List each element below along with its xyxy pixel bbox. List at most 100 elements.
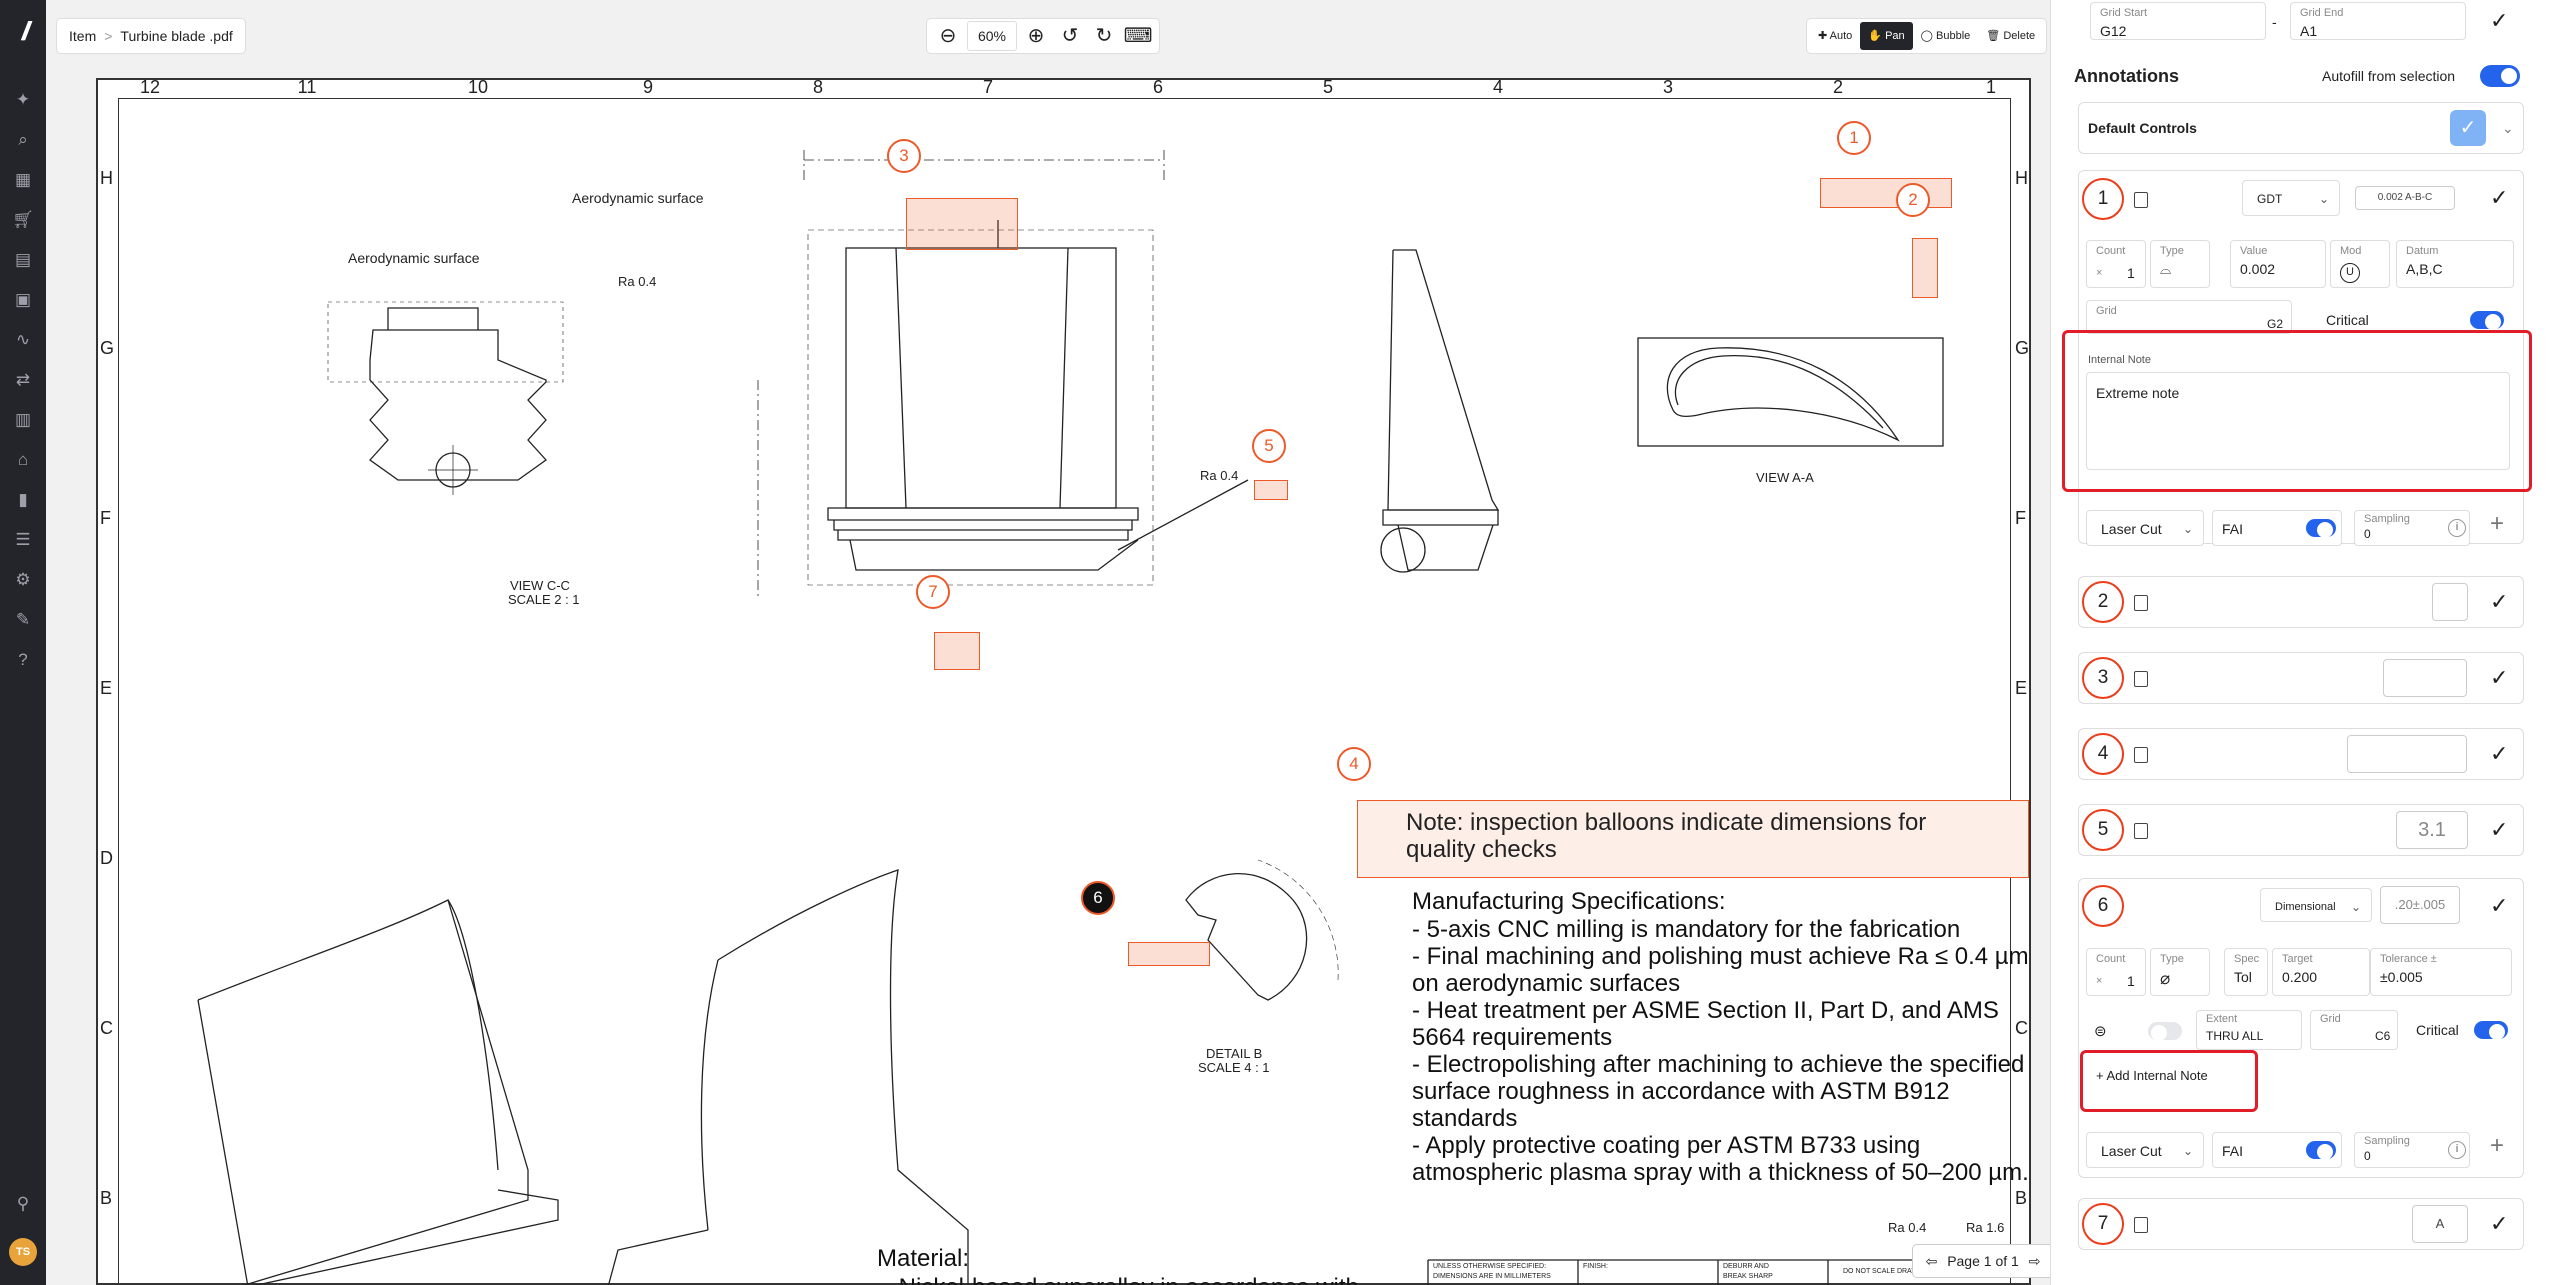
calculator-icon[interactable]: ▥ <box>11 408 35 432</box>
help-icon[interactable]: ? <box>11 648 35 672</box>
datum-field[interactable]: Datum A,B,C <box>2396 240 2514 288</box>
bubble-mode-button[interactable]: ◯ Bubble <box>1913 22 1979 50</box>
gear-icon[interactable]: ⚙ <box>11 568 35 592</box>
balloon-6[interactable]: 6 <box>1081 881 1115 915</box>
balloon-3[interactable]: 3 <box>887 139 921 173</box>
confirm-annotation-icon[interactable]: ✓ <box>2490 665 2508 691</box>
inspection-note[interactable]: Note: inspection balloons indicate dimen… <box>1357 800 2029 878</box>
highlight-6[interactable] <box>1128 942 1210 966</box>
add-internal-note-button[interactable]: + Add Internal Note <box>2096 1068 2208 1083</box>
info-icon[interactable]: i <box>2448 1141 2466 1159</box>
fai-toggle[interactable] <box>2306 519 2336 538</box>
document-icon[interactable] <box>2134 192 2148 208</box>
extent-field[interactable]: Extent THRU ALL <box>2196 1010 2302 1050</box>
count-field[interactable]: Count × 1 <box>2086 240 2146 288</box>
annotation-number-3[interactable]: 3 <box>2082 657 2124 699</box>
sparkle-icon[interactable]: ✦ <box>11 88 35 112</box>
extent-toggle[interactable] <box>2148 1022 2182 1041</box>
process-select[interactable]: Laser Cut ⌄ <box>2086 1132 2204 1168</box>
rotate-left-icon[interactable]: ↺ <box>1053 21 1087 51</box>
rotate-right-icon[interactable]: ↻ <box>1087 21 1121 51</box>
transfer-icon[interactable]: ⇄ <box>11 368 35 392</box>
annotation-number-6[interactable]: 6 <box>2082 885 2124 927</box>
confirm-annotation-icon[interactable]: ✓ <box>2490 589 2508 615</box>
internal-note-textarea[interactable]: Extreme note <box>2086 372 2510 470</box>
target-field[interactable]: Target 0.200 <box>2272 948 2370 996</box>
document-icon[interactable] <box>2134 595 2148 611</box>
balloon-7[interactable]: 7 <box>916 575 950 609</box>
critical-toggle[interactable] <box>2470 311 2504 330</box>
next-page-icon[interactable]: ⇨ <box>2029 1253 2041 1269</box>
spec-field[interactable]: Spec Tol <box>2224 948 2268 996</box>
user-avatar[interactable]: TS <box>9 1238 37 1266</box>
pan-mode-button[interactable]: ✋ Pan <box>1860 22 1913 50</box>
list-icon[interactable]: ☰ <box>11 528 35 552</box>
annotation-type-select[interactable]: GDT ⌄ <box>2242 180 2340 216</box>
type-field[interactable]: Type ⌀ <box>2150 948 2210 996</box>
chevron-down-icon[interactable]: ⌄ <box>2502 120 2514 137</box>
zoom-out-icon[interactable]: ⊖ <box>931 21 965 51</box>
activity-icon[interactable]: ∿ <box>11 328 35 352</box>
confirm-annotation-icon[interactable]: ✓ <box>2490 741 2508 767</box>
prev-page-icon[interactable]: ⇦ <box>1926 1253 1938 1269</box>
balloon-5[interactable]: 5 <box>1252 429 1286 463</box>
factory-icon[interactable]: ⌂ <box>11 448 35 472</box>
highlight-2[interactable] <box>1912 238 1938 298</box>
keyboard-icon[interactable]: ⌨ <box>1121 21 1155 51</box>
document-icon[interactable] <box>2134 823 2148 839</box>
type-field[interactable]: Type ⌓ <box>2150 240 2210 288</box>
wrench-icon[interactable]: ✎ <box>11 608 35 632</box>
grid-end-field[interactable]: Grid End A1 <box>2290 2 2466 40</box>
highlight-1[interactable] <box>1820 178 1952 208</box>
balloon-1[interactable]: 1 <box>1837 121 1871 155</box>
grid-start-field[interactable]: Grid Start G12 <box>2090 2 2266 40</box>
critical-toggle[interactable] <box>2474 1021 2508 1040</box>
confirm-grid-icon[interactable]: ✓ <box>2490 8 2508 34</box>
document-icon[interactable] <box>2134 1217 2148 1233</box>
calendar-icon[interactable]: ▣ <box>11 288 35 312</box>
grid-field[interactable]: Grid G2 <box>2086 300 2292 334</box>
confirm-annotation-icon[interactable]: ✓ <box>2490 1211 2508 1237</box>
annotation-type-select[interactable]: Dimensional ⌄ <box>2260 888 2372 922</box>
annotation-number-5[interactable]: 5 <box>2082 809 2124 851</box>
annotation-number-2[interactable]: 2 <box>2082 581 2124 623</box>
drawing-canvas[interactable]: Item > Turbine blade .pdf ⊖ 60% ⊕ ↺ ↻ ⌨ ✚ … <box>46 0 2054 1285</box>
default-controls-check-icon[interactable]: ✓ <box>2450 110 2486 146</box>
info-icon[interactable]: i <box>2448 519 2466 537</box>
add-control-icon[interactable]: + <box>2490 1132 2504 1160</box>
process-select[interactable]: Laser Cut ⌄ <box>2086 510 2204 546</box>
highlight-7[interactable] <box>934 632 980 670</box>
count-field[interactable]: Count × 1 <box>2086 948 2146 996</box>
annotation-number-1[interactable]: 1 <box>2082 178 2124 220</box>
thread-gauge-icon[interactable]: ⊜ <box>2094 1022 2107 1040</box>
autofill-toggle[interactable] <box>2480 65 2520 87</box>
tolerance-field[interactable]: Tolerance ± ±0.005 <box>2370 948 2512 996</box>
annotation-number-4[interactable]: 4 <box>2082 733 2124 775</box>
confirm-annotation-icon[interactable]: ✓ <box>2490 185 2508 211</box>
auto-mode-button[interactable]: ✚ Auto <box>1810 22 1860 50</box>
annotation-number-7[interactable]: 7 <box>2082 1203 2124 1245</box>
stack-icon[interactable]: ▤ <box>11 248 35 272</box>
breadcrumb-root[interactable]: Item <box>69 28 96 44</box>
confirm-annotation-icon[interactable]: ✓ <box>2490 817 2508 843</box>
pin-icon[interactable]: ⚲ <box>11 1192 35 1216</box>
search-icon[interactable]: ⌕ <box>11 128 35 152</box>
app-logo[interactable]: // <box>9 16 37 46</box>
grid-field[interactable]: Grid C6 <box>2310 1010 2398 1050</box>
zoom-level[interactable]: 60% <box>967 21 1017 51</box>
value-field[interactable]: Value 0.002 <box>2230 240 2326 288</box>
highlight-5[interactable] <box>1254 480 1288 500</box>
balloon-2[interactable]: 2 <box>1896 183 1930 217</box>
fai-toggle[interactable] <box>2306 1141 2336 1160</box>
highlight-3[interactable] <box>906 198 1018 250</box>
document-icon[interactable] <box>2134 671 2148 687</box>
table-icon[interactable]: ▦ <box>11 168 35 192</box>
zoom-in-icon[interactable]: ⊕ <box>1019 21 1053 51</box>
document-icon[interactable] <box>2134 747 2148 763</box>
modifier-field[interactable]: Mod U <box>2330 240 2390 288</box>
chart-icon[interactable]: ▮ <box>11 488 35 512</box>
add-control-icon[interactable]: + <box>2490 510 2504 538</box>
balloon-4[interactable]: 4 <box>1337 747 1371 781</box>
delete-mode-button[interactable]: 🗑︎ Delete <box>1978 22 2043 50</box>
cart-icon[interactable]: 🛒︎ <box>11 208 35 232</box>
